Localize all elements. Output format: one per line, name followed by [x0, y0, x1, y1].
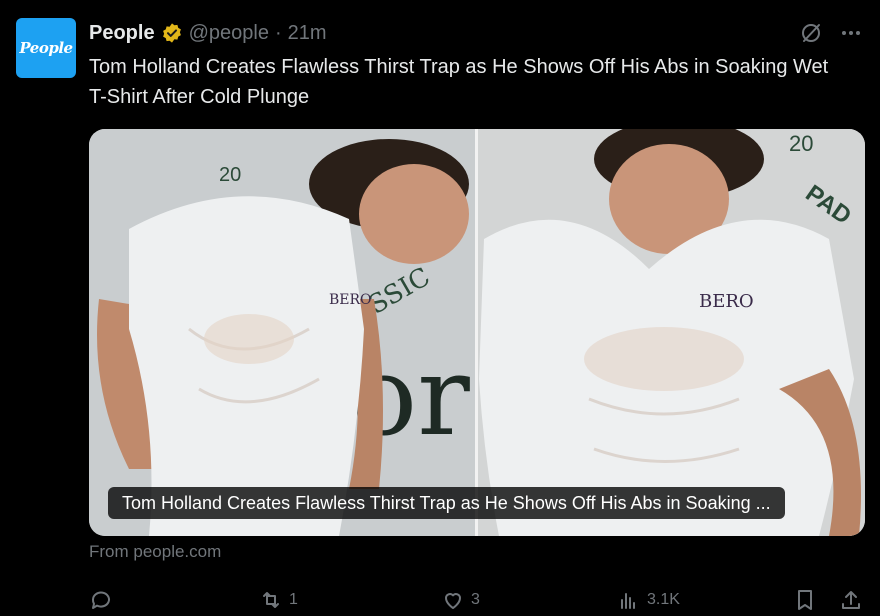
timestamp[interactable]: 21m [288, 22, 327, 45]
bookmark-button[interactable] [793, 585, 817, 615]
heart-icon [445, 593, 461, 609]
tweet-text: Tom Holland Creates Flawless Thirst Trap… [89, 56, 829, 108]
card-source[interactable]: From people.com [89, 542, 221, 562]
bookmark-icon [798, 590, 812, 610]
avatar-logo-text: People [19, 39, 73, 57]
retweet-icon [263, 592, 279, 608]
like-button[interactable]: 3 [441, 585, 480, 615]
verified-badge-icon [161, 22, 183, 44]
share-button[interactable] [839, 585, 863, 615]
link-card[interactable]: 20 ASSIC or BERO 20 PAD BERO Tom Holland… [89, 129, 865, 536]
right-shirt-brand: BERO [699, 291, 754, 312]
left-shirt-brand: BERO [329, 292, 372, 308]
more-options-icon[interactable] [838, 20, 864, 46]
card-image: 20 ASSIC or BERO 20 PAD BERO [89, 129, 865, 536]
tweet-header: People @people · 21m [89, 18, 327, 48]
right-sign-number: 20 [789, 131, 813, 156]
views-count: 3.1K [647, 591, 680, 608]
like-count: 3 [471, 591, 480, 608]
retweet-count: 1 [289, 591, 298, 608]
author-handle[interactable]: @people [189, 22, 269, 45]
share-icon [842, 591, 860, 609]
views-icon [621, 593, 635, 609]
grok-icon[interactable] [798, 20, 824, 46]
top-right-actions [798, 20, 864, 46]
separator-dot: · [274, 21, 282, 44]
card-caption[interactable]: Tom Holland Creates Flawless Thirst Trap… [108, 487, 785, 519]
views-button[interactable]: 3.1K [617, 585, 680, 615]
reply-icon [91, 591, 110, 609]
tweet[interactable]: People People @people · 21m Tom Holland … [0, 0, 880, 616]
left-sign-number: 20 [219, 164, 241, 186]
reply-button[interactable] [89, 585, 119, 615]
tweet-actions: 1 3 3.1K [89, 585, 865, 615]
retweet-button[interactable]: 1 [259, 585, 298, 615]
avatar[interactable]: People [16, 18, 76, 78]
author-name[interactable]: People [89, 22, 155, 45]
